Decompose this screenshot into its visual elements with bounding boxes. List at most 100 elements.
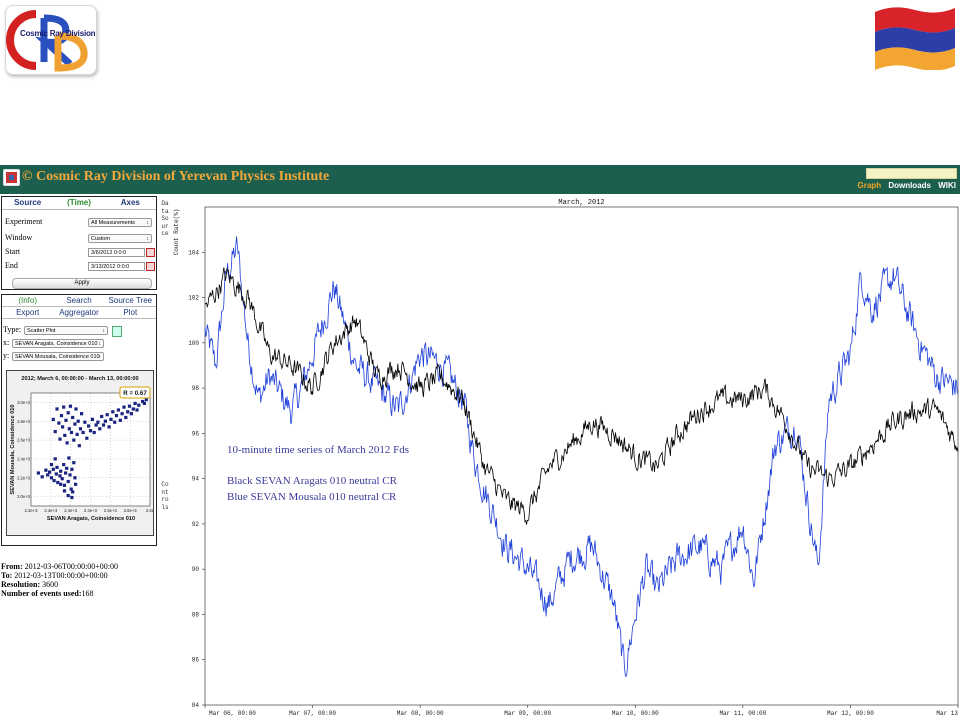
scatter-point [70,495,74,500]
scatter-point [62,483,67,487]
scatter-point [65,441,69,445]
x-select[interactable]: SEVAN Aragats, Coinsidence 010 [12,339,104,348]
scatter-point [66,411,70,415]
start-input[interactable]: 3/6/2012 0:0:0 [88,248,145,257]
scatter-point [135,408,139,412]
scatter-point [68,404,72,408]
tab-export[interactable]: Export [2,307,53,318]
type-label: Type: [3,325,22,334]
scatter-x-axis-label: SEVAN Aragats, Coinsidence 010 [47,516,135,522]
y-axis-label: Count Rate(%) [173,209,180,256]
strip-data-source[interactable]: Data Source [161,200,169,238]
x-tick-label: Mar 10, 00:00 [612,710,659,717]
annotation-line1: 10-minute time series of March 2012 Fds [227,444,410,456]
scatter-point [51,417,55,421]
window-select[interactable]: Custom [88,234,152,243]
scatter-y-tick-label: 3.0e+3 [17,400,31,405]
scatter-point [55,407,59,411]
tab-plot[interactable]: Plot [105,307,156,318]
scatter-point [51,467,55,471]
to-label: To: [1,571,13,580]
scatter-point [46,473,50,477]
crd-logo-graphic [6,10,88,72]
annotation-line2: Black SEVAN Aragats 010 neutral CR [227,475,397,487]
scatter-point [63,433,67,437]
plot-refresh-icon[interactable] [112,326,122,337]
window-label: Window [5,233,33,242]
end-input[interactable]: 3/13/2012 0:0:0 [88,262,145,271]
scatter-point [92,430,96,435]
scatter-point [49,463,54,467]
start-calendar-icon[interactable] [146,248,155,257]
tab-aggregator[interactable]: Aggregator [53,307,104,318]
scatter-point [58,474,62,478]
source-tabs: Source (Time) Axes [2,197,156,210]
scatter-y-tick-label: 2.4e+3 [17,456,31,461]
scatter-point [60,477,64,481]
scatter-point [113,420,117,424]
x-tick-label: Mar 06, 00:00 [209,710,256,717]
y-tick-label: 88 [192,611,200,618]
scatter-y-tick-label: 2.2e+3 [17,475,31,480]
scatter-title: 2012; March 6, 00:00:00 - March 13, 00:0… [21,376,138,382]
scatter-point [71,490,75,494]
y-tick-label: 92 [192,521,200,528]
tab-info[interactable]: (Info) [2,295,53,306]
y-tick-label: 102 [188,295,199,302]
type-select[interactable]: Scatter Plot [24,326,108,335]
tab-time[interactable]: (Time) [53,197,104,209]
experiment-select[interactable]: All Measurements [88,218,152,227]
scatter-point [68,473,72,477]
tab-source-tree[interactable]: Source Tree [105,295,156,306]
plot-frame [204,206,959,706]
chart-title: March, 2012 [558,199,604,207]
nav-downloads[interactable]: Downloads [888,181,931,190]
header-search-input[interactable] [866,168,957,179]
nav-graph[interactable]: Graph [858,181,882,190]
y-tick-label: 84 [192,702,200,709]
app-title: © Cosmic Ray Division of Yerevan Physics… [22,169,330,184]
y-select[interactable]: SEVAN Mousala, Coinsidence 010 [12,352,104,361]
scatter-point [66,494,70,498]
apply-button[interactable]: Apply [12,278,152,289]
end-calendar-icon[interactable] [146,262,155,271]
scatter-point [98,427,102,431]
end-label: End [5,261,18,270]
nav-wiki[interactable]: WIKI [938,181,956,190]
scatter-point [100,414,104,419]
scatter-point [61,425,65,429]
scatter-point [124,415,128,420]
scatter-chart-svg: 2012; March 6, 00:00:00 - March 13, 00:0… [10,376,155,522]
scatter-point [94,423,98,427]
scatter-x-tick-label: 2.4e+3 [84,508,98,513]
tab-search[interactable]: Search [53,295,104,306]
scatter-point [54,472,58,476]
app-window: © Cosmic Ray Division of Yerevan Physics… [0,165,960,720]
to-value: 2012-03-13T00:00:00+00:00 [14,571,108,580]
start-label: Start [5,247,21,256]
scatter-point [90,417,94,421]
scatter-point [71,415,75,420]
source-panel: Source (Time) Axes Experiment All Measur… [1,196,157,290]
scatter-point [72,438,76,442]
experiment-label: Experiment [5,217,43,226]
scatter-point [53,430,57,434]
line-chart-svg: March, 2012 Count Rate(%) 84 86 88 90 92 94 96 98… [173,199,959,717]
scatter-point [118,418,122,422]
tab-axes[interactable]: Axes [105,197,156,209]
strip-controls[interactable]: Controls [161,481,169,511]
scatter-point [65,466,69,470]
scatter-point [78,427,83,431]
resolution-label: Resolution: [1,580,41,589]
x-tick-label: Mar 13 [936,710,958,717]
scatter-point [55,465,59,469]
scatter-x-tick-label: 2.4e+3 [44,508,58,513]
scatter-y-tick-label: 2.0e+3 [17,494,31,499]
scatter-point [131,407,135,411]
main-chart-area: March, 2012 Count Rate(%) 84 86 88 90 92 94 96 98… [170,194,960,720]
scatter-point [52,479,56,483]
plot-tabs-row1: (Info) Search Source Tree [2,295,156,307]
tab-source[interactable]: Source [2,197,53,209]
scatter-point [36,471,40,475]
scatter-point [58,437,62,441]
